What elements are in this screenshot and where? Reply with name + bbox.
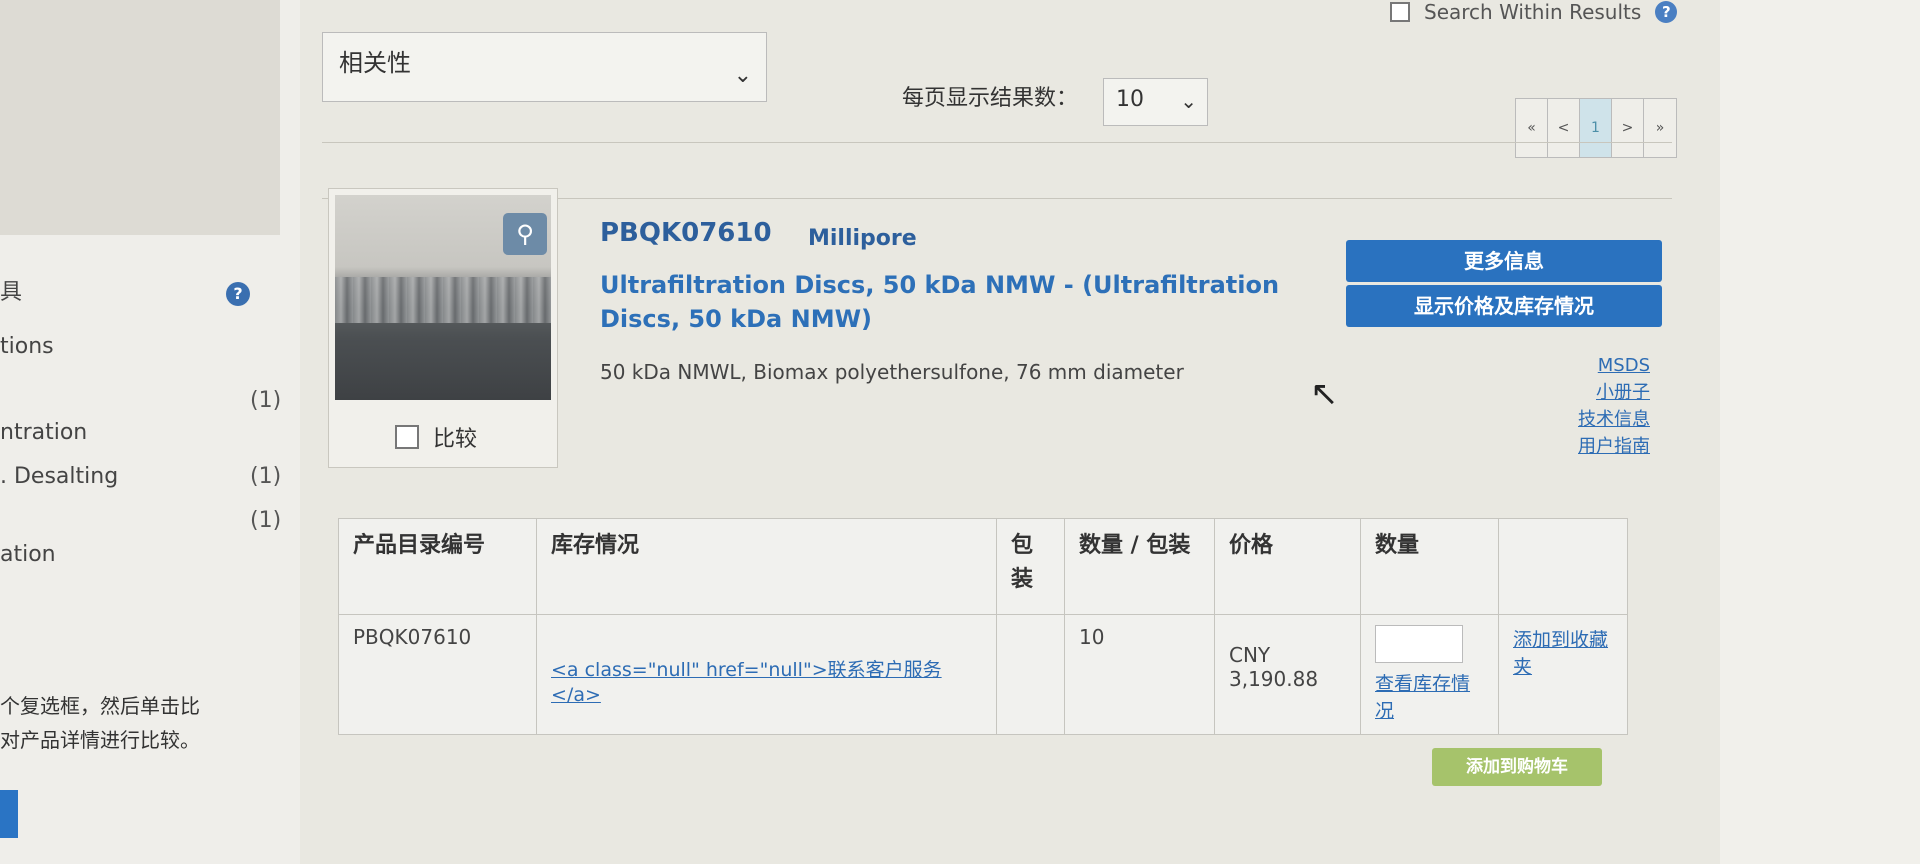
col-qty-per-pack: 数量 / 包装	[1064, 518, 1215, 615]
show-price-stock-button[interactable]: 显示价格及库存情况	[1346, 285, 1662, 327]
pager-next[interactable]: >	[1612, 99, 1644, 157]
search-within-results[interactable]: Search Within Results ?	[1390, 0, 1678, 24]
check-stock-link[interactable]: 查看库存情况	[1375, 673, 1470, 722]
search-within-checkbox[interactable]	[1390, 2, 1410, 22]
sidebar-compare-button[interactable]	[0, 790, 18, 838]
sort-select[interactable]: 相关性 ⌄	[322, 32, 767, 102]
product-title[interactable]: Ultrafiltration Discs, 50 kDa NMW - (Ult…	[600, 268, 1300, 336]
col-price: 价格	[1214, 518, 1361, 615]
mouse-cursor-icon: ↖	[1310, 374, 1339, 414]
msds-link[interactable]: MSDS	[1578, 352, 1650, 379]
pager-current-page[interactable]: 1	[1580, 99, 1612, 157]
contact-service-link[interactable]: <a class="null" href="null">联系客户服务</a>	[551, 659, 942, 706]
col-stock-status: 库存情况	[536, 518, 997, 615]
chevron-down-icon: ⌄	[1180, 89, 1197, 113]
per-page-label: 每页显示结果数：	[902, 86, 1079, 111]
cell-stock: <a class="null" href="null">联系客户服务</a>	[536, 614, 997, 735]
pagination: « < 1 > »	[1515, 98, 1677, 158]
sort-select-value: 相关性	[339, 49, 411, 77]
product-brand: Millipore	[808, 226, 917, 251]
price-value: 3,190.88	[1229, 667, 1319, 691]
technical-info-link[interactable]: 技术信息	[1578, 406, 1650, 433]
sku-table: 产品目录编号 库存情况 包装 数量 / 包装 价格 数量 PBQK07610 <…	[338, 518, 1628, 735]
cell-quantity: 查看库存情况	[1360, 614, 1499, 735]
search-within-label: Search Within Results	[1424, 0, 1642, 24]
compare-note-line2: 对产品详情进行比较。	[0, 728, 200, 752]
compare-note-line1: 个复选框，然后单击比	[0, 694, 200, 718]
cell-actions: 添加到收藏夹	[1498, 614, 1628, 735]
divider	[322, 142, 1672, 143]
add-to-favorites-link[interactable]: 添加到收藏夹	[1513, 629, 1608, 678]
facet-label-4[interactable]: . Desalting	[0, 464, 118, 489]
pager-last[interactable]: »	[1644, 99, 1676, 157]
facet-label-1[interactable]: tions	[0, 334, 54, 359]
pager-first[interactable]: «	[1516, 99, 1548, 157]
brochure-link[interactable]: 小册子	[1578, 379, 1650, 406]
per-page-value: 10	[1116, 87, 1144, 112]
facet-label-0: 具	[0, 280, 23, 305]
price-currency: CNY	[1229, 643, 1271, 667]
membrane-texture	[335, 277, 551, 323]
document-links: MSDS 小册子 技术信息 用户指南	[1578, 352, 1650, 460]
right-margin	[1720, 0, 1920, 864]
col-quantity: 数量	[1360, 518, 1499, 615]
chevron-down-icon: ⌄	[733, 63, 752, 88]
user-guide-link[interactable]: 用户指南	[1578, 433, 1650, 460]
product-sku[interactable]: PBQK07610	[600, 218, 772, 248]
col-catalog-number: 产品目录编号	[338, 518, 537, 615]
col-actions	[1498, 518, 1628, 615]
more-info-button[interactable]: 更多信息	[1346, 240, 1662, 282]
product-image[interactable]: ⚲	[335, 195, 551, 400]
product-description: 50 kDa NMWL, Biomax polyethersulfone, 76…	[600, 360, 1184, 384]
per-page-select[interactable]: 10 ⌄	[1103, 78, 1208, 126]
col-pack: 包装	[996, 518, 1065, 615]
facet-count-2: (1)	[250, 388, 282, 413]
cell-price: CNY 3,190.88	[1214, 614, 1361, 735]
facet-label-3[interactable]: ntration	[0, 420, 87, 445]
help-icon[interactable]: ?	[1655, 1, 1678, 23]
compare-checkbox[interactable]	[395, 425, 419, 449]
product-image-panel: ⚲ 比较	[328, 188, 558, 468]
compare-toggle[interactable]: 比较	[395, 421, 477, 453]
sidebar-header-block	[0, 0, 280, 235]
help-icon[interactable]: ?	[226, 282, 250, 306]
table-row: PBQK07610 <a class="null" href="null">联系…	[338, 614, 1628, 735]
facet-label-6[interactable]: ation	[0, 542, 56, 567]
add-to-cart-button[interactable]: 添加到购物车	[1432, 748, 1602, 786]
facet-count-5: (1)	[250, 508, 282, 533]
facet-count-4: (1)	[250, 464, 282, 489]
quantity-input[interactable]	[1375, 625, 1463, 663]
pager-prev[interactable]: <	[1548, 99, 1580, 157]
sidebar: 具 ? tions (1) ntration . Desalting (1) (…	[0, 0, 300, 864]
cell-pack	[996, 614, 1065, 735]
compare-label: 比较	[433, 427, 478, 452]
cell-qty-per-pack: 10	[1064, 614, 1215, 735]
cell-catalog: PBQK07610	[338, 614, 537, 735]
zoom-icon[interactable]: ⚲	[503, 213, 547, 255]
